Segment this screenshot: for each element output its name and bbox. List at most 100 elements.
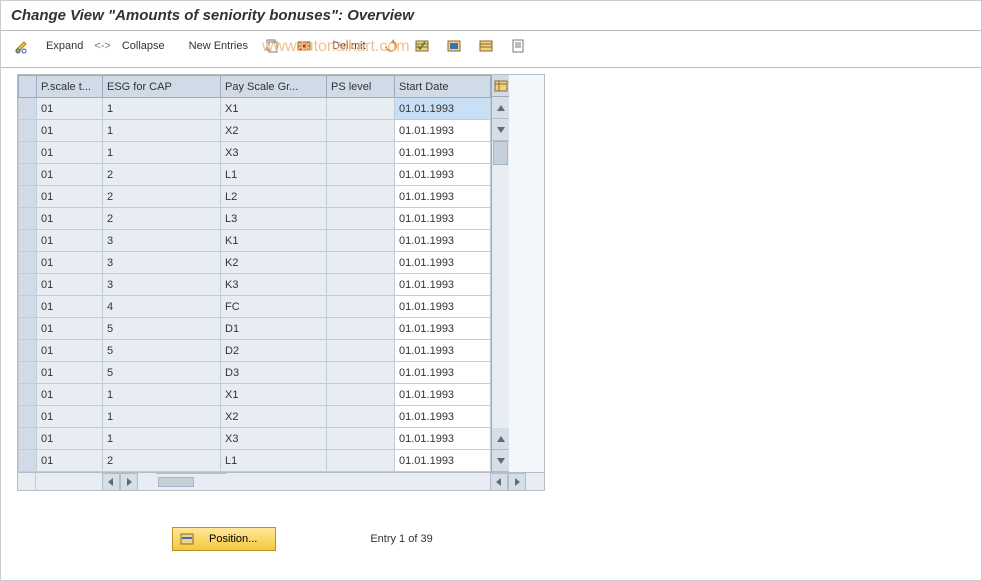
cell-pscale[interactable]: 01 — [37, 164, 103, 186]
cell-pscale[interactable]: 01 — [37, 362, 103, 384]
row-selector[interactable] — [19, 120, 37, 142]
cell-pscale[interactable]: 01 — [37, 186, 103, 208]
cell-pscale[interactable]: 01 — [37, 120, 103, 142]
scroll-up-button-bottom[interactable] — [492, 428, 509, 450]
cell-pscale[interactable]: 01 — [37, 450, 103, 472]
scroll-right-button-1[interactable] — [120, 473, 138, 491]
row-selector[interactable] — [19, 340, 37, 362]
cell-pscale[interactable]: 01 — [37, 318, 103, 340]
row-selector[interactable] — [19, 318, 37, 340]
cell-start[interactable]: 01.01.1993 — [395, 164, 491, 186]
cell-psg[interactable]: FC — [221, 296, 327, 318]
scroll-left-button-1[interactable] — [102, 473, 120, 491]
cell-pscale[interactable]: 01 — [37, 428, 103, 450]
cell-esg[interactable]: 1 — [103, 142, 221, 164]
cell-psl[interactable] — [327, 384, 395, 406]
cell-psl[interactable] — [327, 252, 395, 274]
row-selector[interactable] — [19, 230, 37, 252]
cell-start[interactable]: 01.01.1993 — [395, 428, 491, 450]
scroll-track-vertical[interactable] — [492, 141, 509, 428]
cell-start[interactable]: 01.01.1993 — [395, 252, 491, 274]
cell-psl[interactable] — [327, 362, 395, 384]
cell-start[interactable]: 01.01.1993 — [395, 406, 491, 428]
cell-start[interactable]: 01.01.1993 — [395, 186, 491, 208]
row-selector[interactable] — [19, 428, 37, 450]
cell-psl[interactable] — [327, 186, 395, 208]
cell-esg[interactable]: 1 — [103, 406, 221, 428]
cell-psg[interactable]: X1 — [221, 98, 327, 120]
cell-pscale[interactable]: 01 — [37, 98, 103, 120]
deselect-all-button[interactable] — [473, 35, 499, 57]
cell-pscale[interactable]: 01 — [37, 340, 103, 362]
cell-psg[interactable]: K3 — [221, 274, 327, 296]
cell-pscale[interactable]: 01 — [37, 142, 103, 164]
cell-esg[interactable]: 2 — [103, 450, 221, 472]
scroll-thumb-vertical[interactable] — [493, 141, 508, 165]
cell-pscale[interactable]: 01 — [37, 274, 103, 296]
select-all-button[interactable] — [409, 35, 435, 57]
undo-button[interactable] — [377, 35, 403, 57]
col-psl[interactable]: PS level — [327, 76, 395, 98]
cell-psl[interactable] — [327, 230, 395, 252]
cell-esg[interactable]: 3 — [103, 230, 221, 252]
toggle-edit-button[interactable] — [9, 35, 35, 57]
cell-psl[interactable] — [327, 340, 395, 362]
col-psg[interactable]: Pay Scale Gr... — [221, 76, 327, 98]
new-entries-button[interactable]: New Entries — [184, 35, 253, 57]
scroll-left-button-2[interactable] — [490, 473, 508, 491]
cell-psl[interactable] — [327, 208, 395, 230]
collapse-button[interactable]: Collapse — [117, 35, 170, 57]
cell-psg[interactable]: X1 — [221, 384, 327, 406]
cell-psg[interactable]: X3 — [221, 428, 327, 450]
cell-psl[interactable] — [327, 318, 395, 340]
cell-psg[interactable]: L3 — [221, 208, 327, 230]
expand-button[interactable]: Expand — [41, 35, 88, 57]
row-selector[interactable] — [19, 450, 37, 472]
cell-psl[interactable] — [327, 296, 395, 318]
cell-esg[interactable]: 5 — [103, 318, 221, 340]
col-esg[interactable]: ESG for CAP — [103, 76, 221, 98]
row-selector[interactable] — [19, 384, 37, 406]
cell-psl[interactable] — [327, 120, 395, 142]
cell-start[interactable]: 01.01.1993 — [395, 318, 491, 340]
scroll-thumb-horizontal[interactable] — [158, 477, 194, 487]
col-start[interactable]: Start Date — [395, 76, 491, 98]
cell-pscale[interactable]: 01 — [37, 208, 103, 230]
cell-psg[interactable]: D3 — [221, 362, 327, 384]
cell-psl[interactable] — [327, 274, 395, 296]
delimit-button[interactable]: Delimit — [327, 35, 371, 57]
cell-psg[interactable]: X2 — [221, 406, 327, 428]
cell-psl[interactable] — [327, 164, 395, 186]
cell-start[interactable]: 01.01.1993 — [395, 230, 491, 252]
cell-esg[interactable]: 4 — [103, 296, 221, 318]
row-selector[interactable] — [19, 362, 37, 384]
cell-psl[interactable] — [327, 428, 395, 450]
cell-pscale[interactable]: 01 — [37, 252, 103, 274]
cell-esg[interactable]: 2 — [103, 164, 221, 186]
cell-psl[interactable] — [327, 98, 395, 120]
row-selector[interactable] — [19, 252, 37, 274]
cell-esg[interactable]: 2 — [103, 208, 221, 230]
cell-psg[interactable]: D1 — [221, 318, 327, 340]
table-settings-button[interactable] — [492, 75, 509, 97]
cell-esg[interactable]: 1 — [103, 428, 221, 450]
cell-esg[interactable]: 5 — [103, 362, 221, 384]
cell-start[interactable]: 01.01.1993 — [395, 384, 491, 406]
row-selector[interactable] — [19, 186, 37, 208]
cell-start[interactable]: 01.01.1993 — [395, 274, 491, 296]
cell-esg[interactable]: 3 — [103, 252, 221, 274]
cell-esg[interactable]: 1 — [103, 120, 221, 142]
row-selector[interactable] — [19, 142, 37, 164]
cell-psg[interactable]: L1 — [221, 450, 327, 472]
cell-psg[interactable]: X3 — [221, 142, 327, 164]
cell-psl[interactable] — [327, 142, 395, 164]
cell-psg[interactable]: K2 — [221, 252, 327, 274]
row-selector[interactable] — [19, 274, 37, 296]
copy-button[interactable] — [259, 35, 285, 57]
select-block-button[interactable] — [441, 35, 467, 57]
scroll-right-button-2[interactable] — [508, 473, 526, 491]
cell-start[interactable]: 01.01.1993 — [395, 208, 491, 230]
cell-start[interactable]: 01.01.1993 — [395, 296, 491, 318]
cell-psg[interactable]: K1 — [221, 230, 327, 252]
row-selector[interactable] — [19, 208, 37, 230]
